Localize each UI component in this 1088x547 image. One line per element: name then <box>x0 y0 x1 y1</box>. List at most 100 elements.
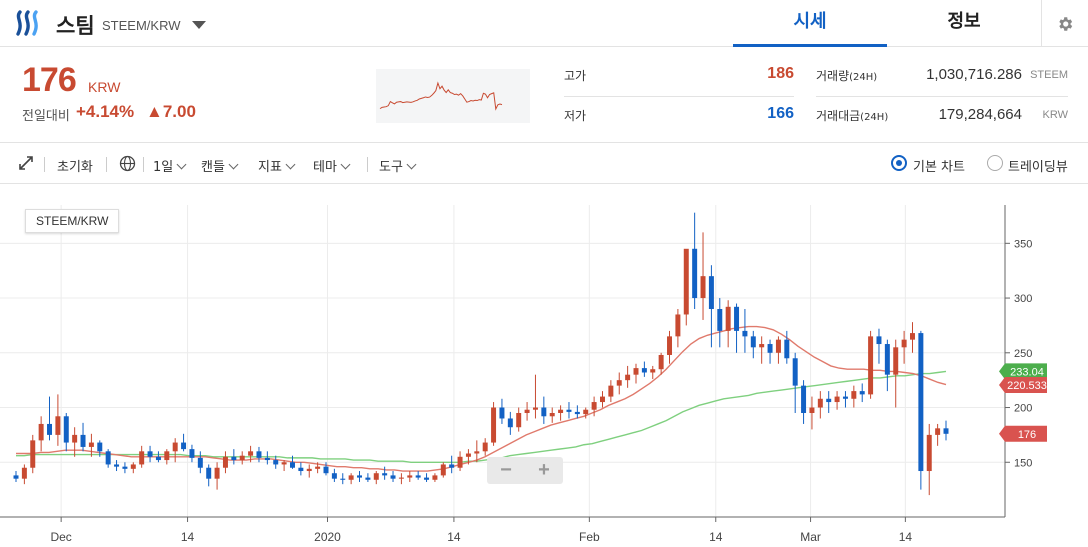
candle-body <box>122 466 128 469</box>
candle-body <box>700 276 706 299</box>
candle-body <box>55 416 61 435</box>
candle-body <box>549 413 555 417</box>
zoom-out-button[interactable]: − <box>500 459 512 482</box>
candle-body <box>289 462 295 468</box>
chevron-down-icon <box>340 159 351 170</box>
candle-body <box>675 314 681 337</box>
y-tick-label: 200 <box>1014 403 1032 415</box>
volume-row: 거래량(24H) 1,030,716.286 STEEM <box>816 61 1068 97</box>
tab-price[interactable]: 시세 <box>733 0 887 47</box>
sparkline <box>379 81 503 111</box>
tradingview-radio[interactable] <box>987 155 1003 171</box>
candle-body <box>499 407 505 419</box>
candle-body <box>348 475 354 480</box>
candle-body <box>21 467 27 479</box>
chevron-down-icon <box>285 159 296 170</box>
candle-body <box>189 449 195 458</box>
candle-body <box>298 467 304 472</box>
x-tick-label: 14 <box>709 530 723 544</box>
steem-logo-icon <box>14 10 46 41</box>
candle-dropdown[interactable]: 캔들 <box>201 156 239 175</box>
candle-body <box>407 475 413 478</box>
low-row: 저가 166 <box>564 101 794 131</box>
coin-dropdown-icon[interactable] <box>192 21 206 29</box>
candle-body <box>734 306 740 331</box>
indicator-dropdown[interactable]: 지표 <box>258 156 296 175</box>
candle-body <box>482 442 488 452</box>
candle-body <box>457 456 463 468</box>
price-tag-label: 220.533 <box>1007 380 1047 392</box>
candle-body <box>641 368 647 373</box>
timezone-button[interactable] <box>119 155 136 176</box>
candle-body <box>817 398 823 408</box>
candle-body <box>491 407 497 443</box>
candle-body <box>893 347 899 375</box>
price-tag-label: 233.04 <box>1010 366 1044 378</box>
x-tick-label: Mar <box>800 530 821 544</box>
candle-body <box>507 418 513 428</box>
candle-body <box>583 409 589 415</box>
candle-body <box>315 466 321 469</box>
globe-icon <box>119 155 136 172</box>
zoom-in-button[interactable]: + <box>538 459 550 482</box>
amount-unit: KRW <box>1042 109 1068 121</box>
moving-average-short <box>16 325 947 472</box>
reset-button[interactable]: 초기화 <box>57 156 93 175</box>
candle-body <box>884 344 890 375</box>
settings-button[interactable] <box>1041 0 1088 47</box>
candle-body <box>382 473 388 476</box>
tradingview-label[interactable]: 트레이딩뷰 <box>1008 156 1068 175</box>
candle-body <box>72 434 78 443</box>
candle-body <box>306 468 312 472</box>
theme-dropdown[interactable]: 테마 <box>313 156 351 175</box>
amount-row: 거래대금(24H) 179,284,664 KRW <box>816 101 1068 131</box>
chart-pair-label: STEEM/KRW <box>25 209 120 233</box>
y-tick-label: 150 <box>1014 457 1032 469</box>
candle-body <box>784 339 790 359</box>
candle-body <box>432 475 438 480</box>
candle-body <box>80 434 86 447</box>
candle-body <box>901 339 907 348</box>
candle-body <box>650 369 656 373</box>
candle-body <box>558 409 564 413</box>
chevron-down-icon <box>406 159 417 170</box>
chevron-down-icon <box>176 159 187 170</box>
volume-unit: STEEM <box>1030 69 1068 81</box>
candle-body <box>357 475 363 478</box>
basic-chart-radio[interactable] <box>891 155 907 171</box>
candle-body <box>331 473 337 479</box>
high-value: 186 <box>767 65 794 82</box>
candle-body <box>742 330 748 337</box>
basic-chart-label[interactable]: 기본 차트 <box>913 156 965 175</box>
candle-body <box>139 451 145 465</box>
change-amount: ▲7.00 <box>146 102 196 121</box>
chart-toolbar: 초기화 1일 캔들 지표 테마 도구 기본 차트 트레이딩뷰 <box>0 144 1088 184</box>
candle-body <box>214 467 220 479</box>
tab-info[interactable]: 정보 <box>887 0 1041 47</box>
candle-body <box>717 309 723 331</box>
y-tick-label: 300 <box>1014 293 1032 305</box>
gear-icon <box>1059 16 1073 31</box>
candle-body <box>373 473 379 480</box>
interval-dropdown[interactable]: 1일 <box>153 156 187 175</box>
candle-body <box>909 333 915 340</box>
chevron-down-icon <box>228 159 239 170</box>
change-rate: +4.14% <box>76 102 135 121</box>
x-tick-label: 14 <box>447 530 461 544</box>
candle-body <box>708 276 714 309</box>
fullscreen-button[interactable] <box>18 155 34 175</box>
candle-body <box>876 336 882 345</box>
candle-body <box>809 407 815 413</box>
tools-dropdown[interactable]: 도구 <box>379 156 417 175</box>
price-chart[interactable]: Dec 14 2020 14 Feb 14 Mar 14 150 200 250 300 350 233.… <box>0 185 1088 547</box>
candle-body <box>155 456 161 461</box>
candle-body <box>365 477 371 480</box>
candle-body <box>440 464 446 476</box>
candle-body <box>541 407 547 417</box>
candle-body <box>826 398 832 403</box>
candle-body <box>164 451 170 461</box>
candlestick-chart[interactable]: Dec 14 2020 14 Feb 14 Mar 14 150 200 250 300 350 233.… <box>0 185 1088 547</box>
change-label: 전일대비 <box>22 109 70 124</box>
candle-body <box>390 475 396 479</box>
candle-body <box>398 477 404 479</box>
